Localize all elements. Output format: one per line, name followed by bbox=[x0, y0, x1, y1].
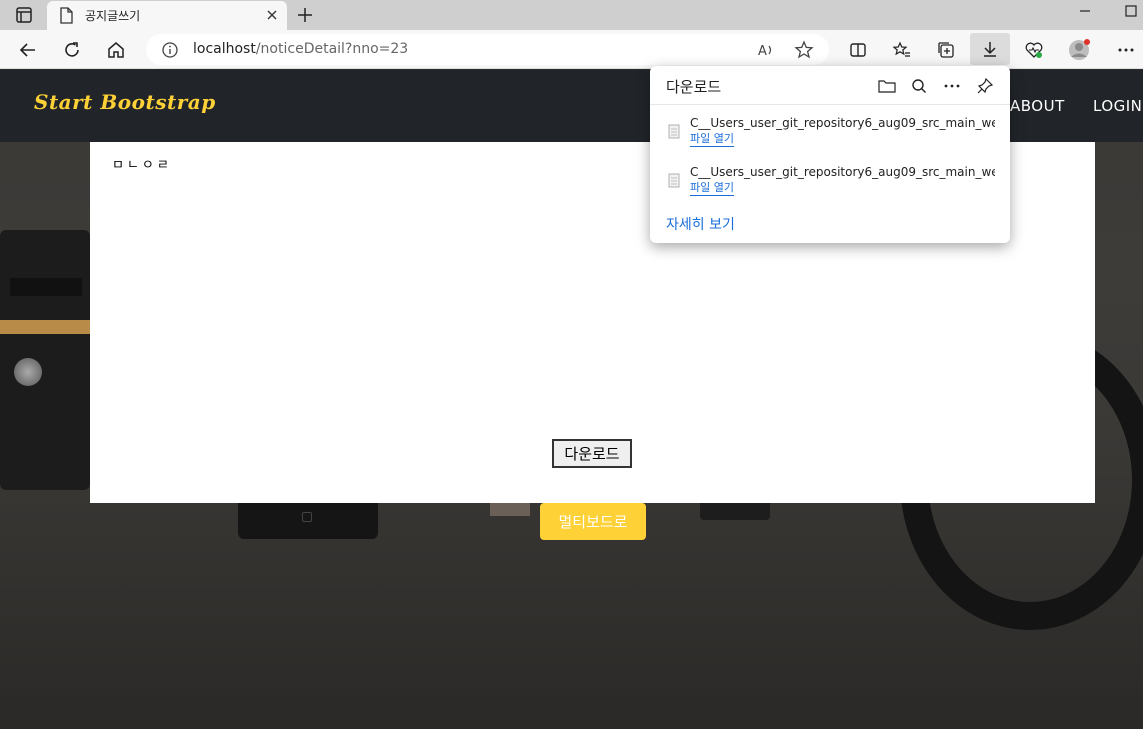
close-tab-icon[interactable] bbox=[265, 7, 279, 26]
back-icon[interactable] bbox=[15, 37, 41, 63]
browser-tab[interactable]: 공지글쓰기 bbox=[47, 1, 287, 30]
site-info-icon[interactable] bbox=[161, 41, 179, 63]
svg-text:A: A bbox=[758, 44, 767, 59]
file-icon bbox=[668, 173, 680, 192]
file-icon bbox=[668, 124, 680, 143]
brand-logo[interactable]: Start Bootstrap bbox=[34, 90, 216, 114]
split-screen-icon[interactable] bbox=[845, 37, 871, 63]
download-filename: C__Users_user_git_repository6_aug09_src_… bbox=[690, 165, 995, 179]
browser-toolbar: localhost/noticeDetail?nno=23 A bbox=[0, 30, 1143, 69]
favorite-star-icon[interactable] bbox=[794, 40, 814, 64]
download-panel-divider bbox=[650, 104, 1010, 105]
tab-title: 공지글쓰기 bbox=[85, 9, 141, 23]
collections-icon[interactable] bbox=[933, 37, 959, 63]
notice-content: ㅁㄴㅇㄹ bbox=[112, 158, 172, 173]
download-item[interactable]: C__Users_user_git_repository6_aug09_src_… bbox=[650, 163, 1010, 203]
background-belt-strap bbox=[10, 278, 82, 296]
address-bar[interactable]: localhost/noticeDetail?nno=23 A bbox=[146, 34, 829, 65]
pin-icon[interactable] bbox=[974, 76, 996, 96]
background-rivet bbox=[14, 358, 42, 386]
more-menu-icon[interactable] bbox=[1113, 37, 1139, 63]
downloads-icon[interactable] bbox=[970, 33, 1010, 65]
search-icon[interactable] bbox=[908, 76, 930, 96]
background-belt-stripe bbox=[0, 320, 90, 334]
multiboard-button[interactable]: 멀티보드로 bbox=[540, 503, 646, 540]
more-options-icon[interactable] bbox=[941, 76, 963, 96]
open-folder-icon[interactable] bbox=[876, 76, 898, 96]
download-panel-title: 다운로드 bbox=[666, 78, 722, 96]
nav-link-login[interactable]: LOGIN bbox=[1093, 97, 1142, 115]
background-object-small bbox=[490, 502, 530, 516]
read-aloud-icon[interactable]: A bbox=[756, 40, 776, 64]
page-icon bbox=[59, 7, 73, 28]
home-icon[interactable] bbox=[103, 37, 129, 63]
refresh-icon[interactable] bbox=[59, 37, 85, 63]
favorites-list-icon[interactable] bbox=[889, 37, 915, 63]
download-button[interactable]: 다운로드 bbox=[552, 439, 632, 468]
open-file-link[interactable]: 파일 열기 bbox=[690, 132, 734, 147]
nav-link-about[interactable]: ABOUT bbox=[1010, 97, 1065, 115]
maximize-icon[interactable] bbox=[1124, 3, 1138, 23]
browser-essentials-icon[interactable] bbox=[1021, 37, 1047, 63]
browser-tab-bar: 공지글쓰기 bbox=[0, 0, 1143, 30]
minimize-icon[interactable] bbox=[1078, 3, 1092, 22]
profile-avatar-icon[interactable] bbox=[1066, 37, 1092, 63]
url-path: /noticeDetail?nno=23 bbox=[255, 41, 409, 57]
download-filename: C__Users_user_git_repository6_aug09_src_… bbox=[690, 116, 995, 130]
download-item[interactable]: C__Users_user_git_repository6_aug09_src_… bbox=[650, 114, 1010, 154]
url-host: localhost bbox=[193, 41, 256, 57]
tab-actions-icon[interactable] bbox=[12, 5, 36, 25]
see-more-link[interactable]: 자세히 보기 bbox=[666, 214, 735, 234]
background-belt bbox=[0, 230, 90, 490]
new-tab-icon[interactable] bbox=[293, 4, 317, 26]
background-phone-button bbox=[302, 512, 312, 522]
url-text: localhost/noticeDetail?nno=23 bbox=[193, 41, 408, 57]
open-file-link[interactable]: 파일 열기 bbox=[690, 181, 734, 196]
download-panel: 다운로드 C__Users_user_git_repository6_aug09… bbox=[650, 66, 1010, 243]
